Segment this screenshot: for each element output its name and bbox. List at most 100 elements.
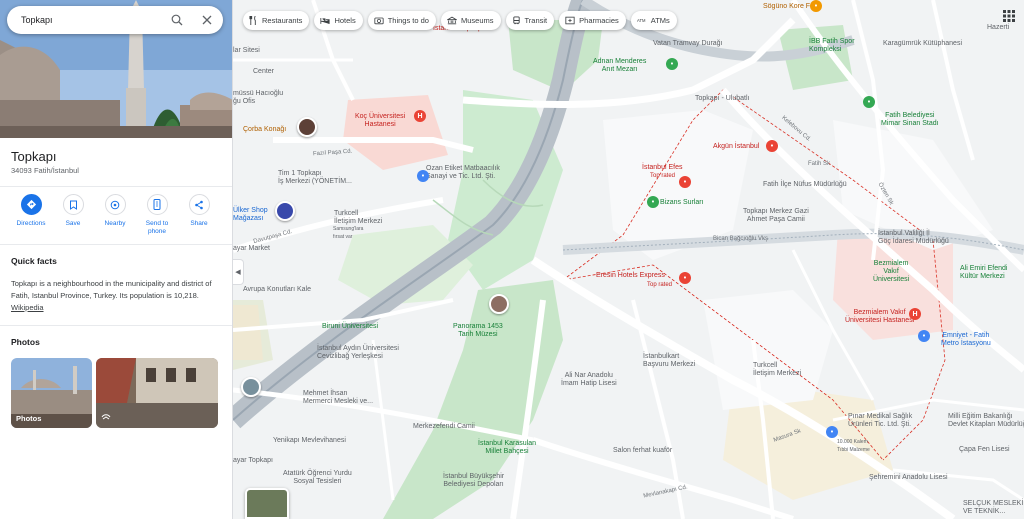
map-label[interactable]: Turkcell İletişim Merkezi bbox=[753, 362, 801, 378]
chip-things-to-do[interactable]: Things to do bbox=[367, 11, 436, 30]
stadium-pin-icon[interactable]: • bbox=[863, 96, 875, 108]
street-view-thumbnail[interactable] bbox=[241, 377, 261, 397]
search-icon[interactable] bbox=[169, 12, 185, 28]
search-box[interactable] bbox=[7, 6, 223, 34]
layers-toggle-button[interactable] bbox=[245, 488, 289, 519]
map-label[interactable]: Koç Üniversitesi Hastanesi bbox=[355, 113, 405, 129]
hotel-pin-icon[interactable]: • bbox=[679, 176, 691, 188]
share-icon bbox=[188, 194, 210, 215]
map-label[interactable]: Center bbox=[253, 68, 274, 76]
send-to-phone-button[interactable]: Send to phone bbox=[136, 194, 178, 236]
map-label[interactable]: Panorama 1453 Tarih Müzesi bbox=[453, 323, 503, 339]
restaurant-icon bbox=[249, 16, 256, 25]
map-label[interactable]: ayar Topkapı bbox=[233, 457, 273, 465]
restaurant-pin-icon[interactable]: • bbox=[810, 0, 822, 12]
chip-label: Restaurants bbox=[262, 16, 303, 25]
landmark-pin-icon[interactable]: • bbox=[647, 196, 659, 208]
monument-pin-icon[interactable]: • bbox=[666, 58, 678, 70]
map-label[interactable]: Turkcell İletişim Merkezi bbox=[334, 210, 382, 226]
shop-pin-icon[interactable]: • bbox=[417, 170, 429, 182]
map-label[interactable]: SELÇUK MESLEKİ VE TEKNİK... bbox=[963, 500, 1023, 516]
apps-grid-icon[interactable] bbox=[1003, 10, 1015, 22]
map-label[interactable]: Mehmet İhsan Mermerci Mesleki ve... bbox=[303, 390, 373, 406]
map-label[interactable]: Akgün İstanbul bbox=[713, 143, 759, 151]
map-label[interactable]: ayar Market bbox=[233, 245, 270, 253]
save-button[interactable]: Save bbox=[52, 194, 94, 236]
map-label[interactable]: İstanbul Efes bbox=[642, 164, 682, 172]
hotel-pin-icon[interactable]: • bbox=[679, 272, 691, 284]
directions-button[interactable]: Directions bbox=[10, 194, 52, 236]
chip-restaurants[interactable]: Restaurants bbox=[243, 11, 310, 30]
map-label[interactable]: İstanbul Büyükşehir Belediyesi Depoları bbox=[443, 473, 504, 489]
map-label[interactable]: Bizans Surları bbox=[660, 199, 704, 207]
map-label[interactable]: İBB Fatih Spor Kompleksi bbox=[809, 38, 855, 54]
map-label[interactable]: İstanbul Karasulan Millet Bahçesi bbox=[478, 440, 536, 456]
hospital-pin-icon[interactable]: H bbox=[909, 308, 921, 320]
map-label[interactable]: İstanbul Aydın Üniversitesi Cevizlibağ Y… bbox=[317, 345, 399, 361]
nearby-icon bbox=[104, 194, 126, 215]
map-label[interactable]: Merkezefendi Camii bbox=[413, 423, 475, 431]
collapse-panel-button[interactable]: ◀ bbox=[233, 259, 244, 285]
map-label[interactable]: Fatih İlçe Nüfus Müdürlüğü bbox=[763, 181, 847, 189]
map-label[interactable]: Çorba Konağı bbox=[243, 126, 286, 134]
hotel-pin-icon[interactable]: • bbox=[766, 140, 778, 152]
map-label[interactable]: İstanbulkart Başvuru Merkezi bbox=[643, 353, 695, 369]
share-button[interactable]: Share bbox=[178, 194, 220, 236]
street-view-tile[interactable] bbox=[96, 358, 218, 428]
map-label[interactable]: müssü Hacıoğlu ğu Ofis bbox=[233, 90, 283, 106]
map-label[interactable]: Vatan Tramvay Durağı bbox=[653, 40, 723, 48]
wikipedia-link[interactable]: Wikipedia bbox=[11, 303, 44, 312]
map-label[interactable]: Avrupa Konutları Kale bbox=[243, 286, 311, 294]
restaurant-photo-thumbnail[interactable] bbox=[297, 117, 317, 137]
hospital-pin-icon[interactable]: H bbox=[414, 110, 426, 122]
nearby-label: Nearby bbox=[104, 220, 126, 227]
map-label[interactable]: Milli Eğitim Bakanlığı Devlet Kitapları … bbox=[948, 413, 1024, 429]
map-label[interactable]: Atatürk Öğrenci Yurdu Sosyal Tesisleri bbox=[283, 470, 352, 486]
chip-atms[interactable]: ATM ATMs bbox=[630, 11, 677, 30]
photos-title: Photos bbox=[11, 337, 40, 347]
metro-pin-icon[interactable]: • bbox=[918, 330, 930, 342]
map-label[interactable]: Karagümrük Kütüphanesi bbox=[883, 40, 962, 48]
chip-transit[interactable]: Transit bbox=[505, 11, 555, 30]
map-label[interactable]: Ozan Etiket Matbaacılık Sanayi ve Tic. L… bbox=[426, 165, 500, 181]
panorama-photo-thumbnail[interactable] bbox=[489, 294, 509, 314]
map-label[interactable]: Ülker Shop Mağazası bbox=[233, 207, 268, 223]
map-label[interactable]: Eresin Hotels Express bbox=[596, 272, 665, 280]
search-input[interactable] bbox=[21, 15, 161, 25]
chip-museums[interactable]: Museums bbox=[440, 11, 501, 30]
map-label[interactable]: Emniyet - Fatih Metro İstasyonu bbox=[941, 332, 991, 348]
map-label[interactable]: Topkapı - Ulubatlı bbox=[695, 95, 749, 103]
chip-label: Pharmacies bbox=[579, 16, 619, 25]
place-title: Topkapı bbox=[11, 149, 57, 164]
map-label[interactable]: Hazerti bbox=[987, 24, 1009, 32]
map-label[interactable]: Ali Nar Anadolu İmam Hatip Lisesi bbox=[561, 372, 617, 388]
map-canvas[interactable]: Sögüno Kore Fatih İBB Fatih Spor Komplek… bbox=[233, 0, 1024, 519]
map-label[interactable]: Çapa Fen Lisesi bbox=[959, 446, 1010, 454]
chip-hotels[interactable]: Hotels bbox=[314, 11, 363, 30]
map-label[interactable]: Yenikapı Mevlevihanesi bbox=[273, 437, 346, 445]
close-icon[interactable] bbox=[199, 12, 215, 28]
map-label[interactable]: Ali Emiri Efendi Kültür Merkezi bbox=[960, 265, 1007, 281]
map-label[interactable]: Adnan Menderes Anıt Mezarı bbox=[593, 58, 646, 74]
map-label[interactable]: Salon ferhat kuaför bbox=[613, 447, 672, 455]
map-label[interactable]: Fatih Belediyesi Mimar Sinan Stadı bbox=[881, 112, 939, 128]
map-label[interactable]: lar Sitesi bbox=[233, 47, 260, 55]
map-label[interactable]: Şehremini Anadolu Lisesi bbox=[869, 474, 948, 482]
shop-photo-thumbnail[interactable] bbox=[275, 201, 295, 221]
shop-pin-icon[interactable]: • bbox=[826, 426, 838, 438]
map-label[interactable]: Bezmialem Vakıf Üniversitesi bbox=[873, 260, 909, 284]
atm-icon: ATM bbox=[637, 18, 646, 23]
map-label[interactable]: Tim 1 Topkapı İş Merkezi (YÖNETİM... bbox=[278, 170, 352, 186]
street-label: Fatih Sk bbox=[808, 161, 831, 167]
nearby-button[interactable]: Nearby bbox=[94, 194, 136, 236]
chip-pharmacies[interactable]: Pharmacies bbox=[559, 11, 626, 30]
map-label[interactable]: Pınar Medikal Sağlık Ürünleri Tic. Ltd. … bbox=[848, 413, 912, 429]
map-label[interactable]: Bezmialem Vakıf Üniversitesi Hastanesi bbox=[845, 309, 914, 325]
map-label[interactable]: İstanbul Valiliği İl Göç İdaresi Müdürlü… bbox=[878, 230, 949, 246]
directions-label: Directions bbox=[16, 220, 46, 227]
divider bbox=[0, 186, 232, 187]
map-label[interactable]: Biruni Üniversitesi bbox=[322, 323, 378, 331]
photo-tile[interactable]: Photos bbox=[11, 358, 92, 428]
map-label[interactable]: Topkapı Merkez Gazi Ahmet Paşa Camii bbox=[743, 208, 809, 224]
street-label: Bican Bağcıoğlu Vkş bbox=[713, 236, 769, 242]
